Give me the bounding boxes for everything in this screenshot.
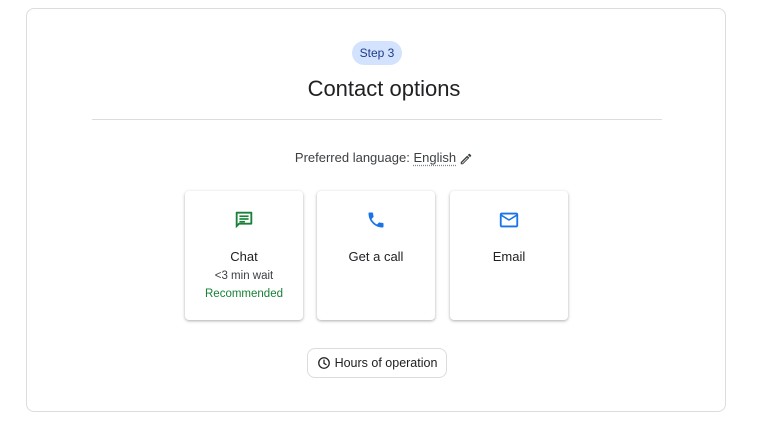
phone-icon: [317, 209, 435, 231]
chat-icon: [185, 209, 303, 231]
chat-option-card[interactable]: Chat <3 min wait Recommended: [185, 191, 303, 320]
preferred-language-value[interactable]: English: [413, 150, 456, 165]
hours-of-operation-label: Hours of operation: [334, 356, 438, 370]
clock-icon: [317, 356, 331, 370]
email-label: Email: [492, 249, 526, 264]
call-label: Get a call: [348, 249, 404, 264]
contact-options-page: Step 3 Contact options Preferred languag…: [0, 0, 768, 425]
hours-of-operation-button[interactable]: Hours of operation: [307, 348, 447, 378]
pencil-icon[interactable]: [459, 152, 473, 166]
chat-label: Chat: [230, 249, 258, 264]
page-title: Contact options: [307, 76, 461, 101]
recommended-badge: Recommended: [205, 288, 283, 300]
divider: [92, 119, 662, 120]
step-badge: Step 3: [352, 41, 402, 65]
call-option-card[interactable]: Get a call: [317, 191, 435, 320]
preferred-language-row: Preferred language: English: [0, 148, 768, 168]
email-option-card[interactable]: Email: [450, 191, 568, 320]
chat-wait-time: <3 min wait: [214, 270, 274, 282]
preferred-language-label: Preferred language:: [294, 150, 414, 165]
mail-icon: [450, 209, 568, 231]
